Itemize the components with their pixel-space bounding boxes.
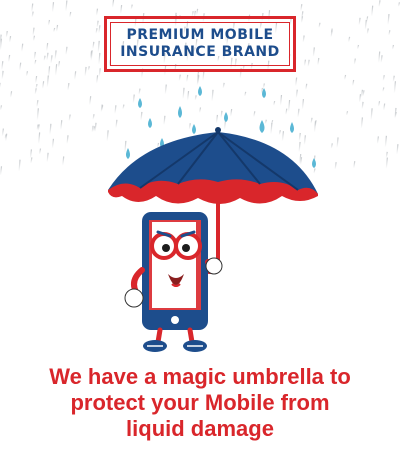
- tagline-line-2: protect your Mobile from: [70, 390, 330, 415]
- rain-drop-icon: [198, 86, 202, 96]
- rain-drop-icon: [312, 158, 316, 168]
- rain-drop-icon: [290, 122, 294, 133]
- rain-drop-icon: [126, 148, 130, 159]
- rain-drop-icon: [178, 106, 182, 118]
- umbrella-icon: [108, 127, 318, 275]
- rain-drop-icon: [192, 124, 196, 134]
- rain-drop-icon: [262, 88, 266, 98]
- rain-drop-icon: [138, 98, 142, 108]
- rain-drop-icon: [224, 112, 228, 122]
- phone-mascot-icon: [124, 212, 223, 352]
- tagline-line-1: We have a magic umbrella to: [49, 364, 351, 389]
- tagline: We have a magic umbrella to protect your…: [0, 364, 400, 442]
- rain-drop-icon: [259, 120, 265, 133]
- tagline-line-3: liquid damage: [126, 416, 274, 441]
- rain-drop-icon: [148, 118, 152, 128]
- ad-banner: PREMIUM MOBILE INSURANCE BRAND We have a…: [0, 0, 400, 457]
